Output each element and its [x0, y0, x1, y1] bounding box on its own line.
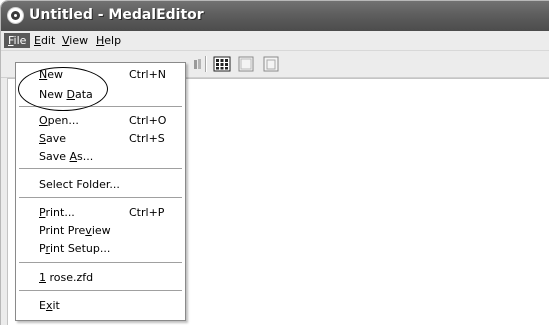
save-as-label-pre: Save: [39, 150, 70, 163]
exit-label-pre: E: [39, 299, 46, 312]
menu-item-recent-file[interactable]: 1 rose.zfd: [39, 270, 93, 285]
print-setup-label-post: int Setup...: [49, 242, 111, 255]
page-icon[interactable]: [237, 55, 255, 73]
menu-item-print-setup[interactable]: Print Setup...: [39, 241, 110, 256]
title-bar[interactable]: Untitled - MedalEditor: [1, 1, 549, 31]
toolbar-separator: [205, 56, 207, 72]
file-dropdown-menu: New Ctrl+N New Data Open... Ctrl+O Save …: [15, 62, 186, 321]
menu-separator: [19, 106, 182, 107]
open-label-post: pen...: [47, 114, 79, 127]
shortcut-print: Ctrl+P: [129, 206, 165, 219]
menu-item-save-as[interactable]: Save As...: [39, 149, 93, 164]
save-as-accel: A: [69, 150, 78, 163]
page-outline-icon[interactable]: [262, 55, 280, 73]
print-label-post: rint...: [45, 206, 75, 219]
menu-bar: File Edit View Help: [1, 31, 549, 51]
app-window: Untitled - MedalEditor File Edit View He…: [0, 0, 549, 325]
menu-item-print[interactable]: Print...: [39, 205, 75, 220]
print-preview-label-pre: Print Pre: [39, 224, 86, 237]
app-icon[interactable]: [7, 7, 24, 24]
new-data-accel: D: [66, 88, 75, 101]
menu-view-label-post: iew: [69, 34, 89, 47]
menu-edit[interactable]: Edit: [30, 33, 59, 48]
menu-item-print-preview[interactable]: Print Preview: [39, 223, 111, 238]
menu-item-new-data[interactable]: New Data: [39, 87, 93, 102]
shortcut-open: Ctrl+O: [129, 114, 167, 127]
new-label-post: ew: [47, 68, 63, 81]
menu-item-open[interactable]: Open...: [39, 113, 79, 128]
shortcut-save: Ctrl+S: [129, 132, 165, 145]
menu-help-label-post: elp: [104, 34, 122, 47]
menu-separator: [19, 197, 182, 198]
menu-separator: [19, 290, 182, 291]
recent-file-label: rose.zfd: [46, 271, 94, 284]
menu-separator: [19, 168, 182, 169]
save-label-post: ave: [45, 132, 67, 145]
menu-edit-label-post: dit: [40, 34, 56, 47]
new-accel: N: [39, 68, 48, 81]
menu-item-new[interactable]: New: [39, 67, 63, 82]
menu-help[interactable]: Help: [92, 33, 125, 48]
menu-file-label-post: ile: [13, 34, 27, 47]
shortcut-new: Ctrl+N: [129, 68, 167, 81]
recent-file-accel: 1: [39, 271, 46, 284]
print-preview-label-post: iew: [91, 224, 111, 237]
menu-view[interactable]: View: [58, 33, 92, 48]
new-data-label-post: ata: [74, 88, 93, 101]
save-accel: S: [39, 132, 46, 145]
menu-item-select-folder[interactable]: Select Folder...: [39, 177, 120, 192]
workspace-left-border: [1, 78, 8, 325]
new-data-label-pre: New: [39, 88, 67, 101]
open-accel: O: [39, 114, 48, 127]
window-title: Untitled - MedalEditor: [29, 7, 204, 23]
menu-separator: [19, 262, 182, 263]
menu-edit-accel: E: [34, 34, 41, 47]
save-as-label-post: s...: [77, 150, 94, 163]
menu-item-exit[interactable]: Exit: [39, 298, 60, 313]
menu-item-save[interactable]: Save: [39, 131, 66, 146]
exit-label-post: it: [52, 299, 60, 312]
menu-file[interactable]: File: [4, 33, 31, 48]
grid-view-icon[interactable]: [213, 55, 231, 73]
